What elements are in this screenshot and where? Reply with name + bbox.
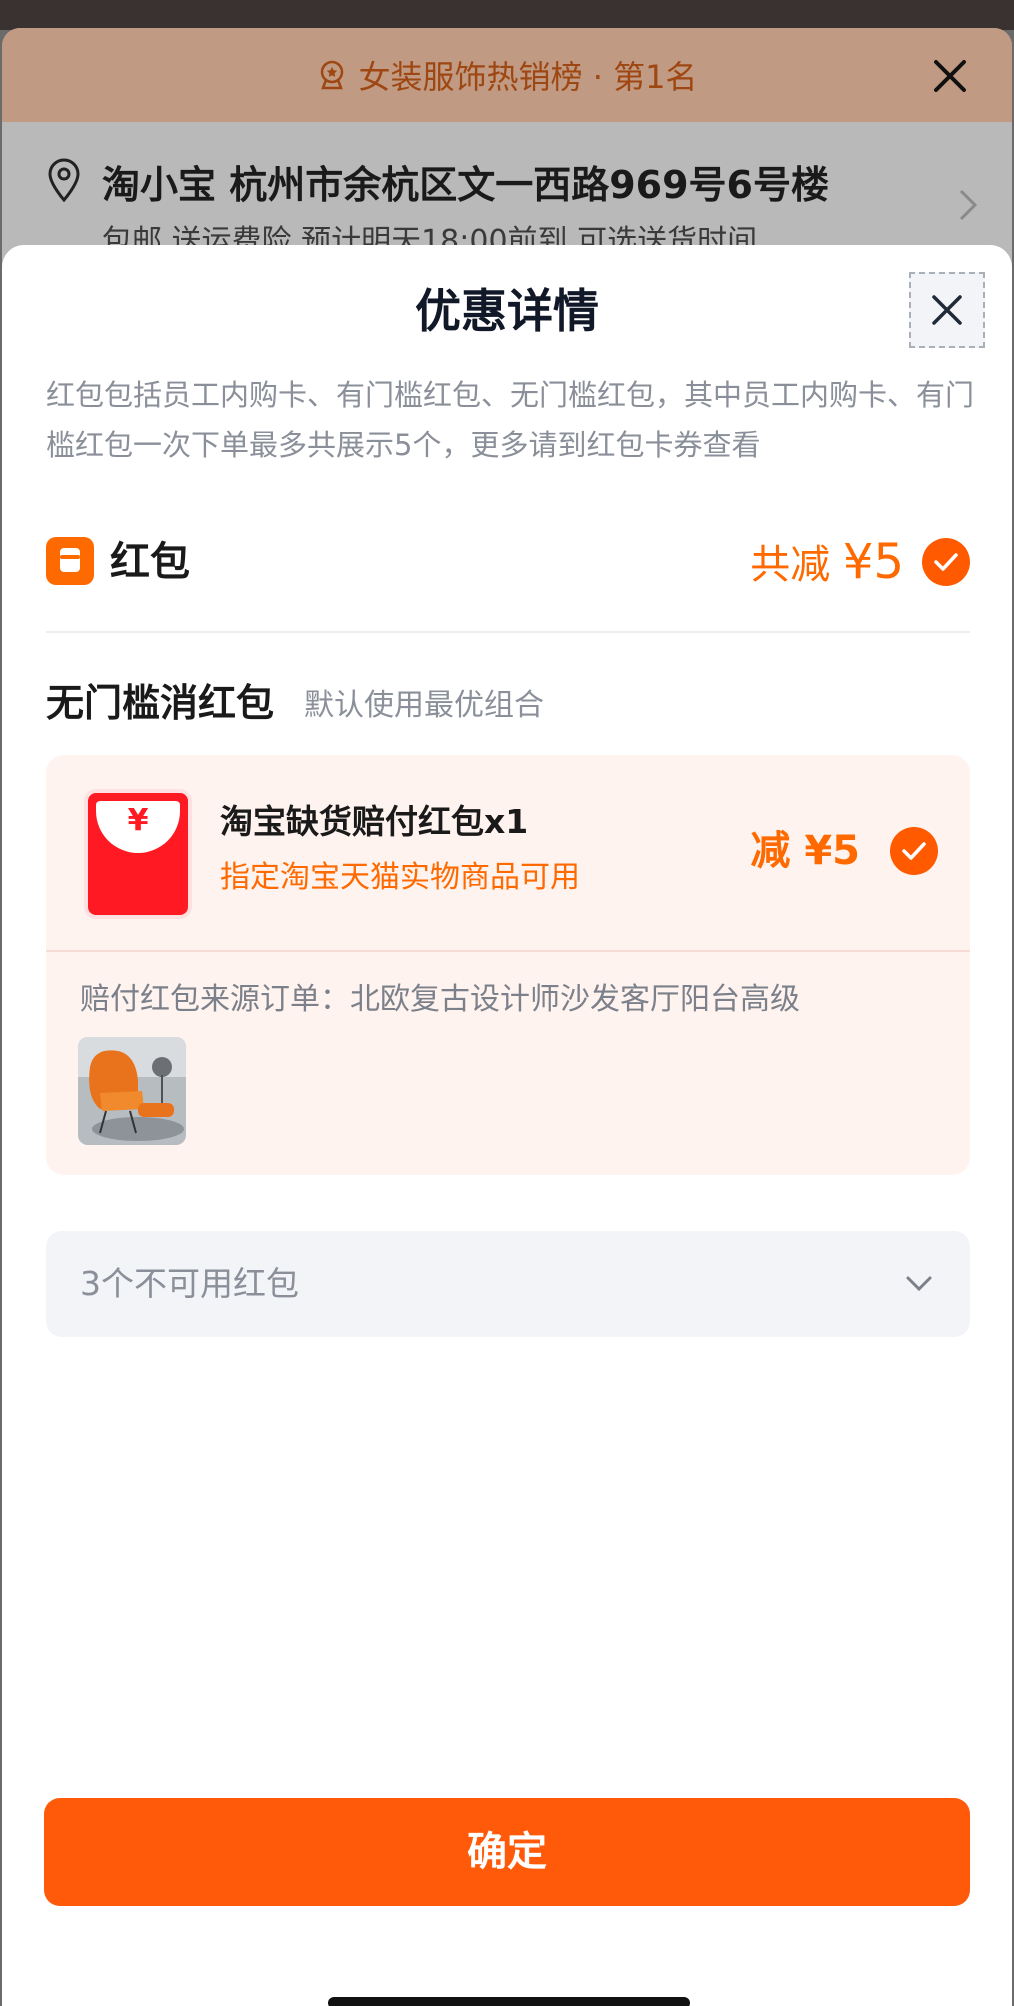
close-icon[interactable] — [928, 54, 972, 98]
hongbao-label: 红包 — [110, 539, 190, 585]
hongbao-total: 共减 ¥5 — [750, 533, 904, 594]
ranking-banner-text-wrap: 女装服饰热销榜 · 第1名 — [2, 28, 1012, 122]
product-thumbnail[interactable] — [78, 1037, 186, 1145]
chevron-down-icon — [906, 1276, 932, 1292]
modal-close-button[interactable] — [909, 272, 985, 348]
status-area — [0, 0, 1014, 30]
hongbao-card-condition: 指定淘宝天猫实物商品可用 — [220, 860, 580, 895]
sofa-image — [78, 1037, 186, 1145]
divider — [46, 631, 970, 633]
section-title: 无门槛消红包 — [46, 681, 275, 725]
section-subtitle: 默认使用最优组合 — [304, 688, 544, 723]
address-name: 淘小宝 杭州市余杭区文一西路969号6号楼 — [102, 163, 829, 207]
hongbao-card[interactable]: ¥ 淘宝缺货赔付红包x1 指定淘宝天猫实物商品可用 减 ¥5 赔付红包来源订单：… — [46, 755, 970, 1175]
check-icon — [934, 553, 958, 571]
confirm-button[interactable]: 确定 — [44, 1798, 970, 1906]
red-envelope-icon: ¥ — [84, 789, 192, 919]
badge-icon — [320, 60, 343, 90]
close-icon — [932, 295, 962, 325]
hongbao-total-amount: ¥5 — [842, 534, 904, 590]
chevron-right-icon[interactable] — [958, 188, 978, 222]
modal-title: 优惠详情 — [415, 284, 599, 338]
hongbao-checkbox[interactable] — [922, 538, 970, 586]
red-envelope-symbol: ¥ — [127, 803, 149, 838]
red-envelope-flap: ¥ — [96, 801, 180, 853]
hongbao-card-amount: 减 ¥5 — [750, 828, 860, 874]
home-indicator — [328, 1997, 690, 2006]
hongbao-icon — [46, 537, 94, 585]
hongbao-card-name: 淘宝缺货赔付红包x1 — [220, 802, 529, 841]
address-block[interactable]: 淘小宝 杭州市余杭区文一西路969号6号楼 包邮 送运费险 预计明天18:00前… — [46, 150, 934, 260]
ranking-banner-label: 女装服饰热销榜 · 第1名 — [358, 58, 698, 96]
card-divider — [46, 950, 970, 952]
discount-detail-modal: 优惠详情 红包包括员工内购卡、有门槛红包、无门槛红包，其中员工内购卡、有门槛红包… — [2, 245, 1012, 2006]
unavailable-hongbao-label: 3个不可用红包 — [80, 1264, 299, 1303]
hongbao-total-prefix: 共减 — [750, 542, 843, 588]
hongbao-card-checkbox[interactable] — [890, 827, 938, 875]
unavailable-hongbao-toggle[interactable]: 3个不可用红包 — [46, 1231, 970, 1337]
ranking-banner: 女装服饰热销榜 · 第1名 — [2, 28, 1012, 122]
location-pin-icon — [48, 158, 80, 202]
hongbao-source-order: 赔付红包来源订单：北欧复古设计师沙发客厅阳台高级 — [80, 982, 800, 1017]
check-icon — [902, 842, 926, 860]
modal-description: 红包包括员工内购卡、有门槛红包、无门槛红包，其中员工内购卡、有门槛红包一次下单最… — [46, 378, 975, 462]
hongbao-summary-row[interactable]: 红包 共减 ¥5 — [46, 533, 970, 593]
